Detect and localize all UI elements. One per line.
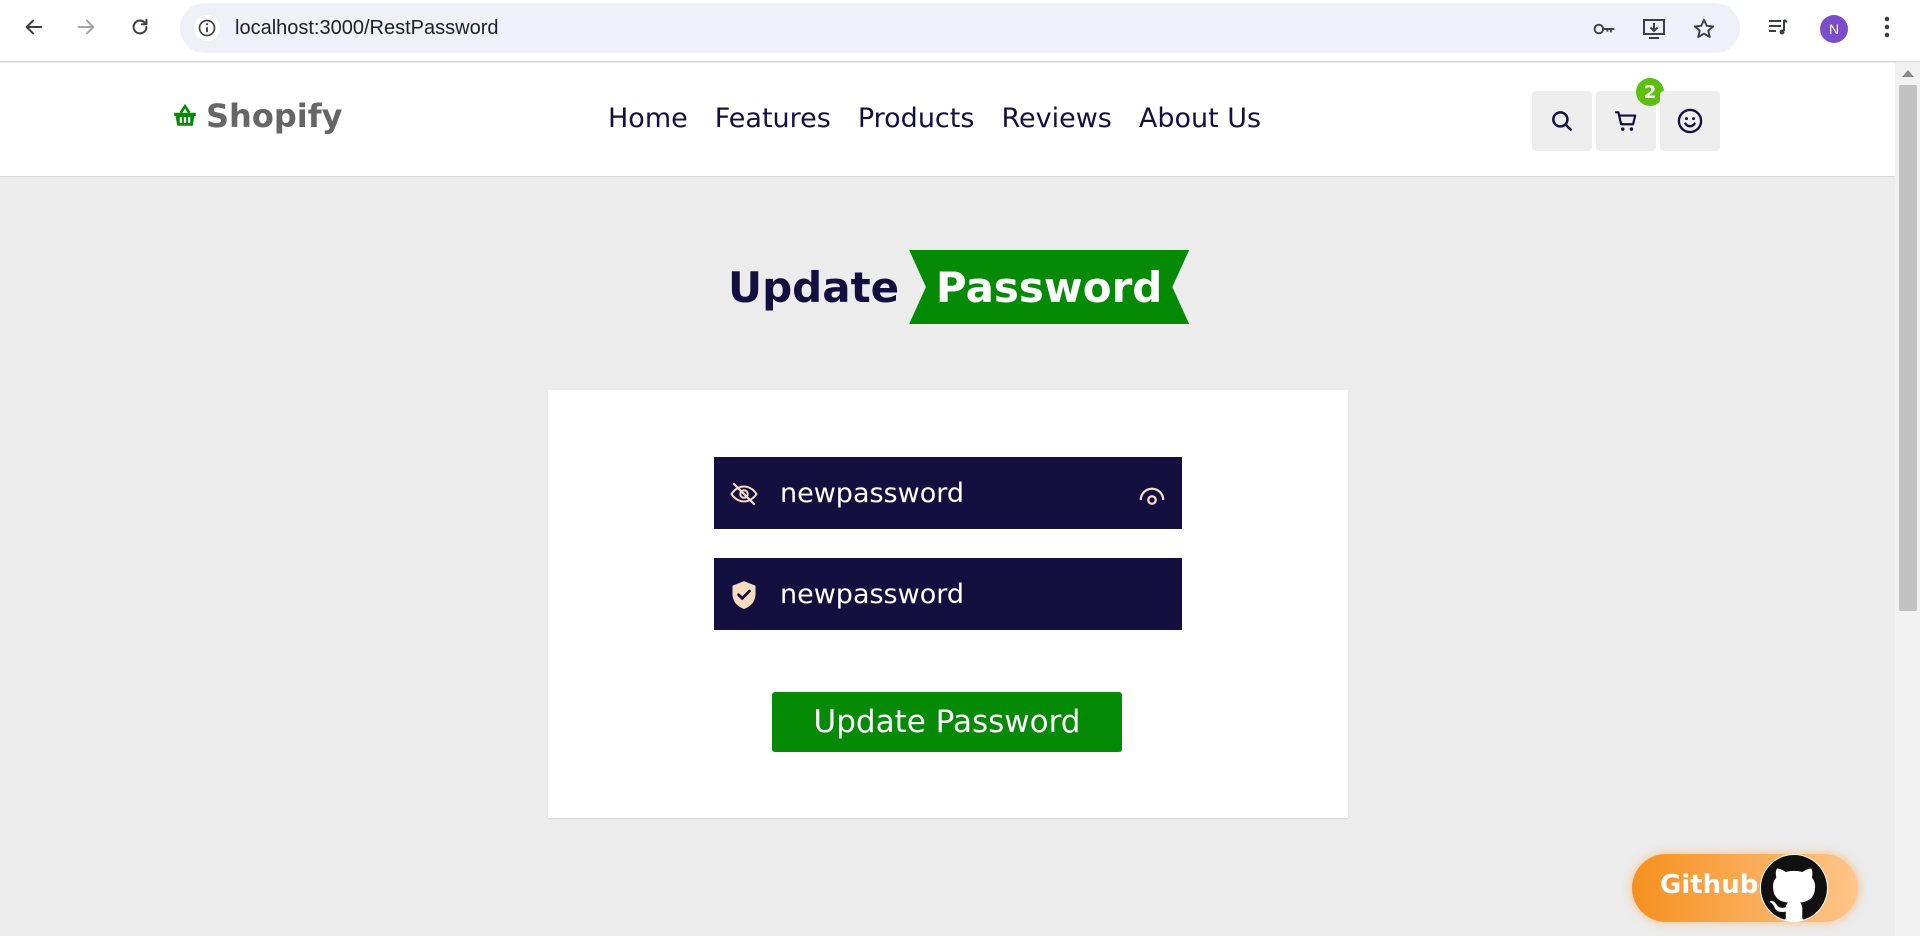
scrollbar-thumb[interactable] — [1899, 85, 1917, 611]
heading-word-update: Update — [728, 262, 900, 312]
bookmark-star-icon[interactable] — [1692, 17, 1716, 41]
more-menu-icon[interactable] — [1874, 14, 1900, 40]
nav-link-reviews[interactable]: Reviews — [1001, 103, 1111, 134]
update-password-card: Update Password — [548, 390, 1348, 818]
install-app-icon[interactable] — [1642, 17, 1666, 41]
new-password-field — [714, 457, 1182, 529]
media-queue-icon[interactable] — [1765, 14, 1791, 40]
search-icon — [1552, 111, 1572, 131]
cart-icon — [1615, 111, 1637, 131]
nav-link-about-us[interactable]: About Us — [1139, 103, 1261, 134]
profile-button[interactable] — [1660, 91, 1720, 151]
address-bar[interactable]: localhost:3000/RestPassword — [180, 3, 1740, 53]
eye-slash-icon[interactable] — [728, 478, 760, 510]
github-octocat-icon — [1760, 854, 1828, 922]
brand-logo[interactable]: Shopify — [172, 97, 342, 135]
page-scrollbar[interactable] — [1895, 63, 1920, 936]
basket-icon — [174, 103, 196, 126]
confirm-password-input[interactable] — [780, 558, 1120, 630]
update-password-button[interactable]: Update Password — [772, 692, 1122, 752]
confirm-password-field — [714, 558, 1182, 630]
nav-link-home[interactable]: Home — [608, 103, 688, 134]
arrow-left-icon — [25, 19, 43, 35]
reload-button[interactable] — [122, 13, 158, 41]
search-button[interactable] — [1532, 91, 1592, 151]
profile-avatar[interactable]: N — [1820, 15, 1848, 43]
scroll-up-arrow-icon[interactable] — [1902, 70, 1914, 77]
eye-icon[interactable] — [1136, 479, 1168, 511]
page-heading: Update Password — [728, 250, 1190, 324]
heading-ribbon-password: Password — [909, 250, 1190, 324]
forward-button[interactable] — [68, 13, 104, 41]
nav-link-products[interactable]: Products — [858, 103, 975, 134]
site-header: Shopify Home Features Products Reviews A… — [0, 63, 1895, 177]
github-link-button[interactable]: Github — [1632, 854, 1858, 922]
smiley-icon — [1677, 108, 1703, 134]
shield-check-icon — [728, 579, 760, 611]
site-info-icon[interactable] — [194, 15, 220, 41]
main-nav: Home Features Products Reviews About Us — [608, 103, 1261, 134]
reload-icon — [132, 18, 148, 35]
github-label: Github — [1660, 870, 1759, 900]
arrow-right-icon — [77, 19, 95, 35]
brand-name: Shopify — [206, 97, 343, 135]
url-text[interactable]: localhost:3000/RestPassword — [235, 17, 498, 40]
password-key-icon[interactable] — [1592, 17, 1616, 41]
back-button[interactable] — [16, 13, 52, 41]
nav-link-features[interactable]: Features — [715, 103, 831, 134]
new-password-input[interactable] — [780, 457, 1120, 529]
browser-toolbar: localhost:3000/RestPassword N — [0, 0, 1920, 62]
